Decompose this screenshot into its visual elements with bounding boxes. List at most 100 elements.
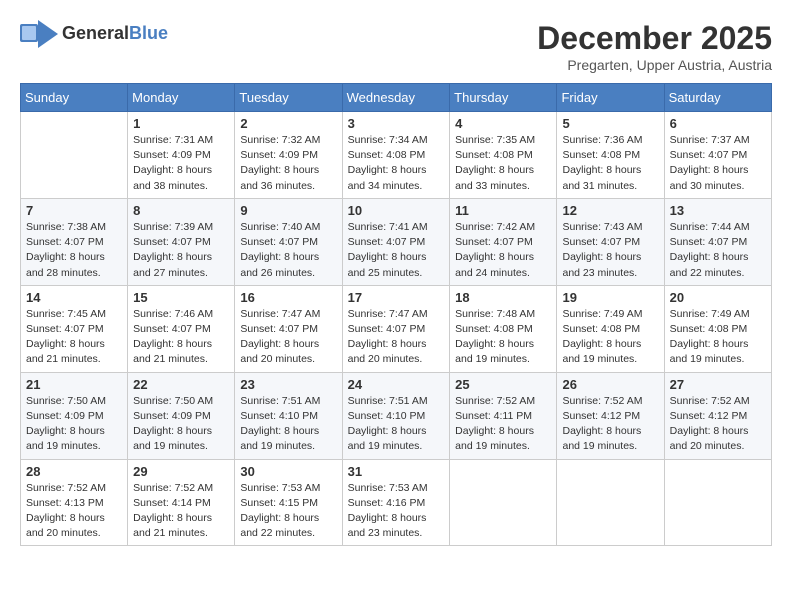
sunrise: Sunrise: 7:32 AM bbox=[240, 134, 320, 146]
day-number: 2 bbox=[240, 116, 336, 131]
week-row-3: 14 Sunrise: 7:45 AM Sunset: 4:07 PM Dayl… bbox=[21, 285, 772, 372]
day-cell: 1 Sunrise: 7:31 AM Sunset: 4:09 PM Dayli… bbox=[128, 112, 235, 199]
sunset: Sunset: 4:07 PM bbox=[455, 236, 533, 248]
sunrise: Sunrise: 7:48 AM bbox=[455, 308, 535, 320]
day-info: Sunrise: 7:52 AM Sunset: 4:11 PM Dayligh… bbox=[455, 394, 551, 455]
daylight: Daylight: 8 hours and 30 minutes. bbox=[670, 164, 749, 191]
sunrise: Sunrise: 7:47 AM bbox=[240, 308, 320, 320]
day-number: 18 bbox=[455, 290, 551, 305]
week-row-1: 1 Sunrise: 7:31 AM Sunset: 4:09 PM Dayli… bbox=[21, 112, 772, 199]
sunset: Sunset: 4:11 PM bbox=[455, 410, 532, 422]
daylight: Daylight: 8 hours and 19 minutes. bbox=[455, 338, 534, 365]
day-number: 6 bbox=[670, 116, 766, 131]
daylight: Daylight: 8 hours and 28 minutes. bbox=[26, 251, 105, 278]
day-number: 10 bbox=[348, 203, 445, 218]
sunrise: Sunrise: 7:50 AM bbox=[26, 395, 106, 407]
sunset: Sunset: 4:07 PM bbox=[26, 323, 104, 335]
sunset: Sunset: 4:08 PM bbox=[562, 323, 640, 335]
sunrise: Sunrise: 7:52 AM bbox=[133, 482, 213, 494]
day-number: 26 bbox=[562, 377, 658, 392]
day-cell bbox=[557, 459, 664, 546]
day-number: 20 bbox=[670, 290, 766, 305]
day-info: Sunrise: 7:36 AM Sunset: 4:08 PM Dayligh… bbox=[562, 133, 658, 194]
sunrise: Sunrise: 7:44 AM bbox=[670, 221, 750, 233]
day-number: 17 bbox=[348, 290, 445, 305]
day-cell: 7 Sunrise: 7:38 AM Sunset: 4:07 PM Dayli… bbox=[21, 198, 128, 285]
sunrise: Sunrise: 7:51 AM bbox=[240, 395, 320, 407]
sunset: Sunset: 4:08 PM bbox=[455, 149, 533, 161]
daylight: Daylight: 8 hours and 33 minutes. bbox=[455, 164, 534, 191]
daylight: Daylight: 8 hours and 23 minutes. bbox=[562, 251, 641, 278]
day-cell: 4 Sunrise: 7:35 AM Sunset: 4:08 PM Dayli… bbox=[450, 112, 557, 199]
day-cell: 17 Sunrise: 7:47 AM Sunset: 4:07 PM Dayl… bbox=[342, 285, 450, 372]
sunset: Sunset: 4:10 PM bbox=[348, 410, 426, 422]
weekday-header-row: SundayMondayTuesdayWednesdayThursdayFrid… bbox=[21, 84, 772, 112]
sunset: Sunset: 4:09 PM bbox=[26, 410, 104, 422]
sunset: Sunset: 4:13 PM bbox=[26, 497, 104, 509]
sunrise: Sunrise: 7:47 AM bbox=[348, 308, 428, 320]
day-number: 15 bbox=[133, 290, 229, 305]
daylight: Daylight: 8 hours and 19 minutes. bbox=[348, 425, 427, 452]
day-info: Sunrise: 7:52 AM Sunset: 4:12 PM Dayligh… bbox=[562, 394, 658, 455]
day-cell: 31 Sunrise: 7:53 AM Sunset: 4:16 PM Dayl… bbox=[342, 459, 450, 546]
day-cell: 3 Sunrise: 7:34 AM Sunset: 4:08 PM Dayli… bbox=[342, 112, 450, 199]
sunset: Sunset: 4:07 PM bbox=[670, 236, 748, 248]
sunset: Sunset: 4:08 PM bbox=[348, 149, 426, 161]
sunrise: Sunrise: 7:53 AM bbox=[348, 482, 428, 494]
daylight: Daylight: 8 hours and 25 minutes. bbox=[348, 251, 427, 278]
daylight: Daylight: 8 hours and 21 minutes. bbox=[26, 338, 105, 365]
sunset: Sunset: 4:08 PM bbox=[670, 323, 748, 335]
daylight: Daylight: 8 hours and 36 minutes. bbox=[240, 164, 319, 191]
day-info: Sunrise: 7:53 AM Sunset: 4:15 PM Dayligh… bbox=[240, 481, 336, 542]
day-info: Sunrise: 7:37 AM Sunset: 4:07 PM Dayligh… bbox=[670, 133, 766, 194]
daylight: Daylight: 8 hours and 19 minutes. bbox=[562, 338, 641, 365]
day-number: 11 bbox=[455, 203, 551, 218]
day-number: 13 bbox=[670, 203, 766, 218]
calendar-table: SundayMondayTuesdayWednesdayThursdayFrid… bbox=[20, 83, 772, 546]
day-info: Sunrise: 7:49 AM Sunset: 4:08 PM Dayligh… bbox=[670, 307, 766, 368]
sunrise: Sunrise: 7:42 AM bbox=[455, 221, 535, 233]
day-number: 1 bbox=[133, 116, 229, 131]
sunset: Sunset: 4:12 PM bbox=[670, 410, 748, 422]
daylight: Daylight: 8 hours and 31 minutes. bbox=[562, 164, 641, 191]
day-info: Sunrise: 7:34 AM Sunset: 4:08 PM Dayligh… bbox=[348, 133, 445, 194]
day-cell: 6 Sunrise: 7:37 AM Sunset: 4:07 PM Dayli… bbox=[664, 112, 771, 199]
day-number: 23 bbox=[240, 377, 336, 392]
day-info: Sunrise: 7:50 AM Sunset: 4:09 PM Dayligh… bbox=[26, 394, 122, 455]
daylight: Daylight: 8 hours and 26 minutes. bbox=[240, 251, 319, 278]
logo-icon bbox=[20, 20, 58, 48]
month-title: December 2025 bbox=[537, 20, 772, 57]
sunset: Sunset: 4:12 PM bbox=[562, 410, 640, 422]
sunrise: Sunrise: 7:52 AM bbox=[670, 395, 750, 407]
week-row-5: 28 Sunrise: 7:52 AM Sunset: 4:13 PM Dayl… bbox=[21, 459, 772, 546]
sunrise: Sunrise: 7:41 AM bbox=[348, 221, 428, 233]
daylight: Daylight: 8 hours and 19 minutes. bbox=[562, 425, 641, 452]
day-number: 25 bbox=[455, 377, 551, 392]
day-cell: 16 Sunrise: 7:47 AM Sunset: 4:07 PM Dayl… bbox=[235, 285, 342, 372]
day-cell: 18 Sunrise: 7:48 AM Sunset: 4:08 PM Dayl… bbox=[450, 285, 557, 372]
day-number: 8 bbox=[133, 203, 229, 218]
day-cell: 23 Sunrise: 7:51 AM Sunset: 4:10 PM Dayl… bbox=[235, 372, 342, 459]
day-cell: 20 Sunrise: 7:49 AM Sunset: 4:08 PM Dayl… bbox=[664, 285, 771, 372]
day-number: 4 bbox=[455, 116, 551, 131]
sunset: Sunset: 4:07 PM bbox=[240, 323, 318, 335]
title-section: December 2025 Pregarten, Upper Austria, … bbox=[537, 20, 772, 73]
sunset: Sunset: 4:07 PM bbox=[348, 236, 426, 248]
day-cell: 21 Sunrise: 7:50 AM Sunset: 4:09 PM Dayl… bbox=[21, 372, 128, 459]
day-cell: 29 Sunrise: 7:52 AM Sunset: 4:14 PM Dayl… bbox=[128, 459, 235, 546]
weekday-header-wednesday: Wednesday bbox=[342, 84, 450, 112]
day-cell: 5 Sunrise: 7:36 AM Sunset: 4:08 PM Dayli… bbox=[557, 112, 664, 199]
week-row-4: 21 Sunrise: 7:50 AM Sunset: 4:09 PM Dayl… bbox=[21, 372, 772, 459]
logo-general: General bbox=[62, 23, 129, 43]
day-cell bbox=[21, 112, 128, 199]
sunset: Sunset: 4:15 PM bbox=[240, 497, 318, 509]
sunset: Sunset: 4:10 PM bbox=[240, 410, 318, 422]
daylight: Daylight: 8 hours and 19 minutes. bbox=[133, 425, 212, 452]
day-info: Sunrise: 7:52 AM Sunset: 4:13 PM Dayligh… bbox=[26, 481, 122, 542]
sunrise: Sunrise: 7:52 AM bbox=[562, 395, 642, 407]
sunset: Sunset: 4:09 PM bbox=[133, 149, 211, 161]
day-number: 24 bbox=[348, 377, 445, 392]
day-info: Sunrise: 7:53 AM Sunset: 4:16 PM Dayligh… bbox=[348, 481, 445, 542]
sunset: Sunset: 4:08 PM bbox=[455, 323, 533, 335]
daylight: Daylight: 8 hours and 19 minutes. bbox=[670, 338, 749, 365]
